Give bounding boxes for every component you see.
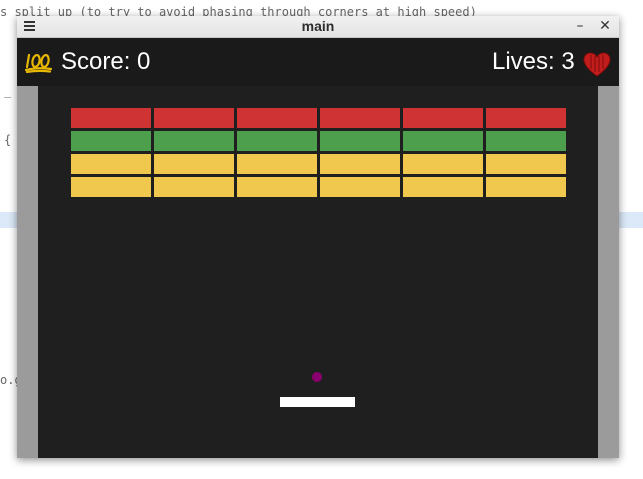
brick <box>237 108 317 128</box>
brick <box>320 108 400 128</box>
brick <box>71 154 151 174</box>
brick <box>486 108 566 128</box>
lives-label: Lives: 3 <box>492 48 575 75</box>
brick <box>71 131 151 151</box>
brick <box>154 177 234 197</box>
brick <box>486 131 566 151</box>
close-button[interactable]: ✕ <box>597 17 613 35</box>
brick <box>403 177 483 197</box>
brick <box>154 154 234 174</box>
game-canvas[interactable]: Score: 0 Lives: 3 <box>17 38 619 458</box>
window-title: main <box>301 18 335 34</box>
brick <box>237 131 317 151</box>
game-window: main – ✕ Score: 0 Lives: 3 <box>17 16 619 458</box>
brick <box>403 108 483 128</box>
brick <box>71 177 151 197</box>
brick <box>71 108 151 128</box>
brick <box>154 131 234 151</box>
minimize-button[interactable]: – <box>572 17 588 35</box>
score-label: Score: 0 <box>61 48 151 75</box>
brick <box>320 177 400 197</box>
brick <box>320 131 400 151</box>
titlebar: main – ✕ <box>17 16 619 38</box>
brick <box>403 131 483 151</box>
brick <box>486 177 566 197</box>
brick <box>486 154 566 174</box>
code-line: { <box>4 133 12 147</box>
paddle[interactable] <box>280 397 355 407</box>
brick <box>237 177 317 197</box>
brick <box>403 154 483 174</box>
code-line: _ <box>4 84 12 98</box>
brick <box>237 154 317 174</box>
ball <box>312 372 322 382</box>
brick <box>320 154 400 174</box>
brick <box>154 108 234 128</box>
hud-bar: Score: 0 Lives: 3 <box>17 38 619 86</box>
heart-icon <box>583 52 611 77</box>
hundred-points-icon <box>25 53 53 73</box>
